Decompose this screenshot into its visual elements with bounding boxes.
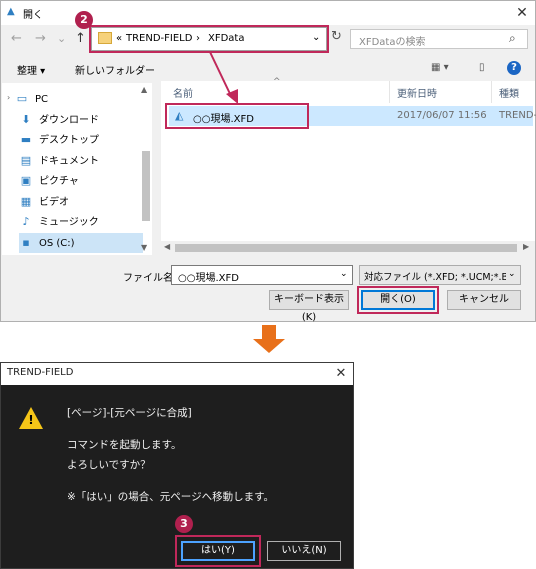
down-arrow-stem [262,325,276,339]
warning-mark: ! [28,413,34,427]
message-note: ※「はい」の場合、元ページへ移動します。 [67,491,275,503]
confirm-dialog: TREND-FIELD ✕ ! [ページ]-[元ページに合成] コマンドを起動し… [0,362,354,569]
step-3-badge: 3 [175,515,193,533]
down-arrow-icon [253,339,285,353]
message-start: コマンドを起動します。 [67,439,182,451]
close-icon[interactable]: ✕ [331,364,351,384]
message-confirm: よろしいですか？ [67,459,151,471]
highlight-yes [175,535,261,567]
confirm-title-bar: TREND-FIELD ✕ [1,363,353,385]
callout-arrow [209,51,238,104]
confirm-title: TREND-FIELD [7,367,74,378]
no-button[interactable]: いいえ(N) [267,541,341,561]
message-command: [ページ]-[元ページに合成] [67,407,192,419]
